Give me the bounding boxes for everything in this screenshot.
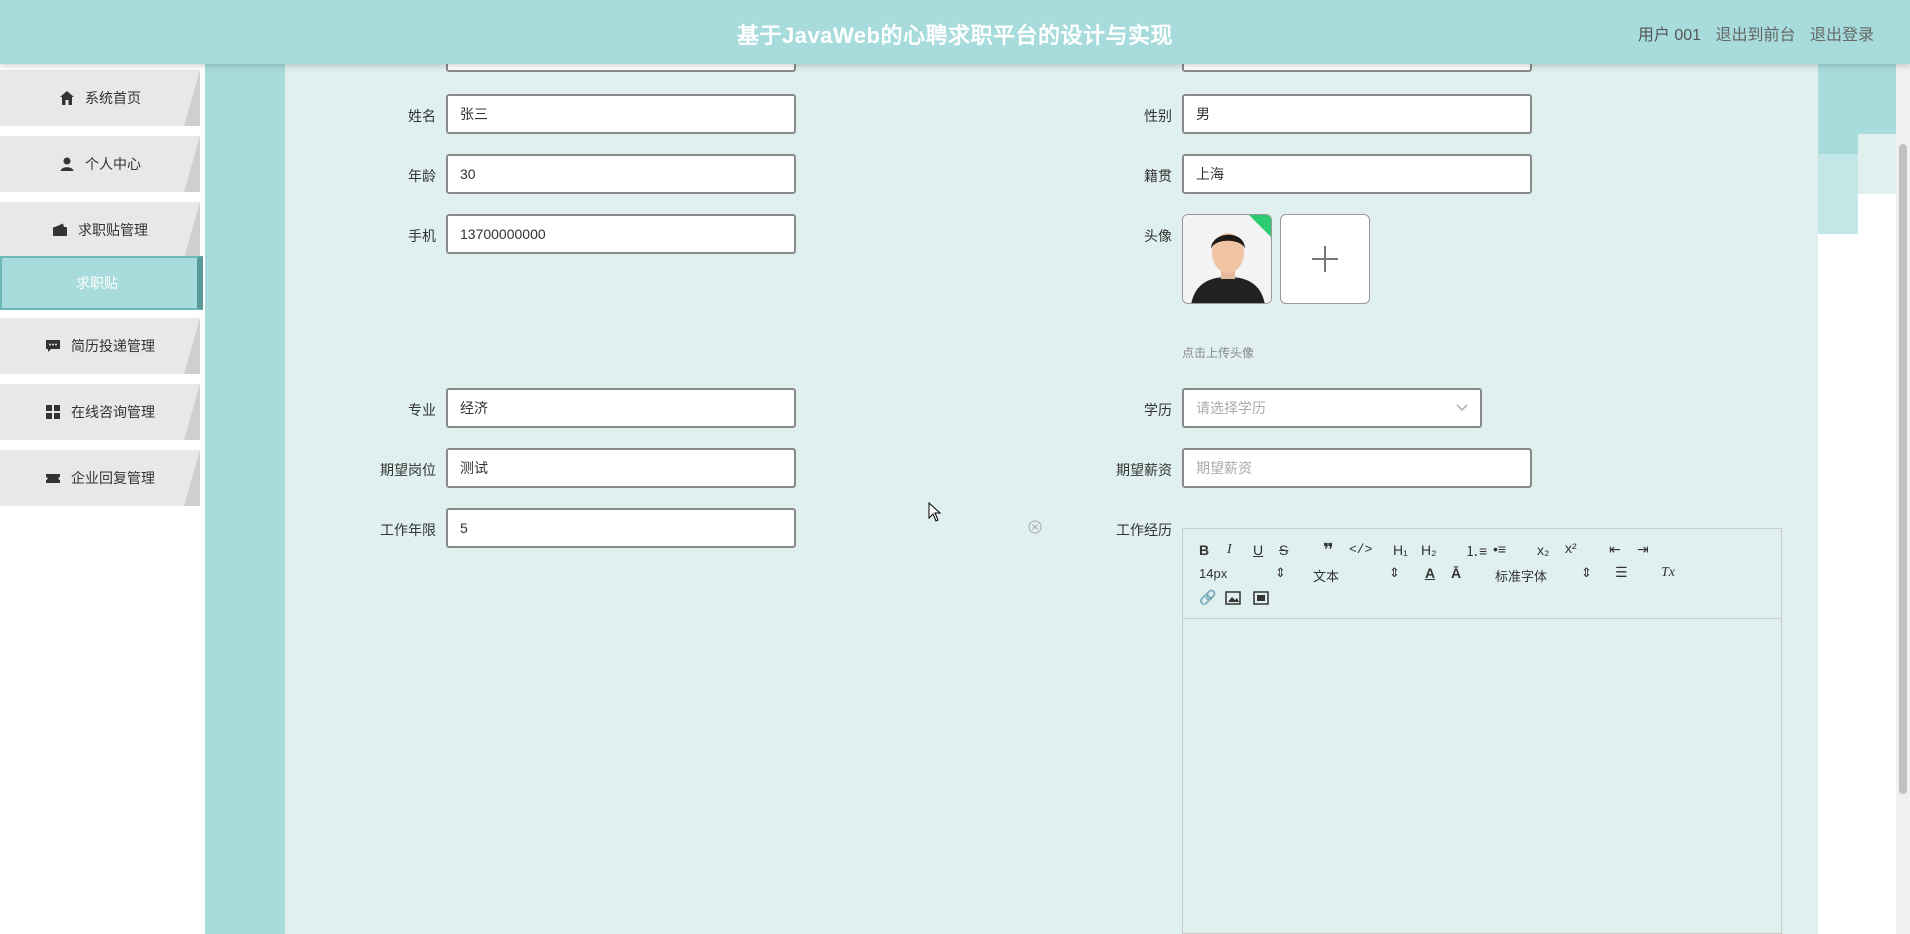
user-icon bbox=[60, 157, 74, 171]
sidebar-item-personal[interactable]: 个人中心 bbox=[0, 136, 200, 192]
years-input[interactable]: 5 bbox=[446, 508, 796, 548]
sidebar-subitem-label: 求职贴 bbox=[76, 275, 118, 291]
page-scrollbar[interactable] bbox=[1896, 64, 1910, 934]
name-input[interactable]: 张三 bbox=[446, 94, 796, 134]
strike-icon[interactable]: S bbox=[1279, 542, 1288, 558]
h2-icon[interactable]: H₂ bbox=[1421, 542, 1437, 558]
clear-icon[interactable] bbox=[1028, 520, 1042, 534]
editor-toolbar: B I U S ❞ </> H₁ H₂ ⒈≡ •≡ x₂ x² ⇤ ⇥ 14px… bbox=[1183, 529, 1781, 619]
phone-label: 手机 bbox=[408, 228, 436, 244]
scrollbar-thumb[interactable] bbox=[1899, 144, 1907, 794]
username: 用户 001 bbox=[1637, 27, 1702, 44]
avatar-image[interactable] bbox=[1182, 214, 1272, 304]
years-label: 工作年限 bbox=[380, 522, 436, 538]
gender-input[interactable]: 男 bbox=[1182, 94, 1532, 134]
left-accent-band bbox=[205, 64, 285, 934]
link-icon[interactable]: 🔗 bbox=[1199, 589, 1216, 606]
background-color-icon[interactable]: Ā bbox=[1451, 565, 1461, 581]
header-user-area: 用户 001 退出到前台 退出登录 bbox=[1628, 21, 1874, 45]
sidebar-item-jobpost[interactable]: 求职贴管理 bbox=[0, 202, 200, 258]
video-icon[interactable] bbox=[1253, 591, 1269, 605]
bullet-list-icon[interactable]: •≡ bbox=[1493, 541, 1506, 557]
experience-editor[interactable]: B I U S ❞ </> H₁ H₂ ⒈≡ •≡ x₂ x² ⇤ ⇥ 14px… bbox=[1182, 528, 1782, 934]
sidebar: 系统首页 个人中心 求职贴管理 求职贴 简历投递管理 在线咨询管理 企业回复管理 bbox=[0, 64, 205, 934]
age-label: 年龄 bbox=[408, 168, 436, 184]
top-header: 基于JavaWeb的心聘求职平台的设计与实现 用户 001 退出到前台 退出登录 bbox=[0, 0, 1910, 64]
h1-icon[interactable]: H₁ bbox=[1393, 542, 1408, 558]
image-icon[interactable] bbox=[1225, 591, 1241, 605]
salary-label: 期望薪资 bbox=[1116, 462, 1172, 478]
outdent-icon[interactable]: ⇤ bbox=[1609, 541, 1621, 558]
phone-input[interactable]: 13700000000 bbox=[446, 214, 796, 254]
avatar-label: 头像 bbox=[1144, 228, 1172, 244]
sidebar-item-resume[interactable]: 简历投递管理 bbox=[0, 318, 200, 374]
wallet-icon bbox=[53, 223, 67, 236]
position-input[interactable]: 测试 bbox=[446, 448, 796, 488]
origin-input[interactable]: 上海 bbox=[1182, 154, 1532, 194]
major-input[interactable]: 经济 bbox=[446, 388, 796, 428]
position-label: 期望岗位 bbox=[380, 462, 436, 478]
education-select[interactable]: 请选择学历 bbox=[1182, 388, 1482, 428]
sidebar-item-label: 简历投递管理 bbox=[71, 338, 155, 354]
ticket-icon bbox=[46, 474, 60, 483]
sidebar-item-label: 系统首页 bbox=[85, 90, 141, 106]
sidebar-item-label: 企业回复管理 bbox=[71, 470, 155, 486]
gender-label: 性别 bbox=[1144, 108, 1172, 124]
sidebar-item-home[interactable]: 系统首页 bbox=[0, 70, 200, 126]
text-style-select[interactable]: 文本 bbox=[1313, 566, 1339, 585]
italic-icon[interactable]: I bbox=[1227, 542, 1232, 558]
upload-avatar-button[interactable] bbox=[1280, 214, 1370, 304]
font-size-select[interactable]: 14px bbox=[1199, 566, 1227, 581]
logout-link[interactable]: 退出登录 bbox=[1810, 27, 1874, 44]
chat-icon bbox=[46, 340, 60, 352]
major-label: 专业 bbox=[408, 402, 436, 418]
sidebar-item-label: 求职贴管理 bbox=[78, 222, 148, 238]
sidebar-item-label: 在线咨询管理 bbox=[71, 404, 155, 420]
align-icon[interactable]: ☰ bbox=[1615, 564, 1628, 581]
education-label: 学历 bbox=[1144, 402, 1172, 418]
origin-label: 籍贯 bbox=[1144, 168, 1172, 184]
salary-input[interactable]: 期望薪资 bbox=[1182, 448, 1532, 488]
superscript-icon[interactable]: x² bbox=[1565, 540, 1577, 556]
plus-icon bbox=[1312, 246, 1338, 272]
back-to-front-link[interactable]: 退出到前台 bbox=[1716, 27, 1796, 44]
underline-icon[interactable]: U bbox=[1253, 542, 1263, 558]
avatar-photo bbox=[1183, 215, 1271, 303]
font-family-select[interactable]: 标准字体 bbox=[1495, 566, 1547, 585]
font-size-arrows-icon[interactable]: ⇕ bbox=[1275, 565, 1286, 581]
font-family-arrows-icon[interactable]: ⇕ bbox=[1581, 565, 1592, 581]
right-accent-band bbox=[1818, 64, 1896, 234]
home-icon bbox=[60, 91, 74, 105]
blockquote-icon[interactable]: ❞ bbox=[1323, 540, 1334, 561]
education-placeholder: 请选择学历 bbox=[1196, 400, 1266, 416]
font-color-icon[interactable]: A bbox=[1425, 565, 1435, 581]
grid-icon bbox=[46, 405, 60, 419]
ordered-list-icon[interactable]: ⒈≡ bbox=[1465, 541, 1487, 561]
subscript-icon[interactable]: x₂ bbox=[1537, 542, 1549, 558]
sidebar-item-reply[interactable]: 企业回复管理 bbox=[0, 450, 200, 506]
page-title: 基于JavaWeb的心聘求职平台的设计与实现 bbox=[737, 23, 1173, 48]
clear-format-icon[interactable]: Tx bbox=[1661, 565, 1675, 581]
text-style-arrows-icon[interactable]: ⇕ bbox=[1389, 565, 1400, 581]
sidebar-subitem-jobpost[interactable]: 求职贴 bbox=[0, 256, 203, 310]
mouse-cursor bbox=[928, 502, 942, 522]
indent-icon[interactable]: ⇥ bbox=[1637, 541, 1649, 558]
sidebar-item-consult[interactable]: 在线咨询管理 bbox=[0, 384, 200, 440]
avatar-hint: 点击上传头像 bbox=[1182, 346, 1255, 360]
bold-icon[interactable]: B bbox=[1199, 542, 1209, 558]
sidebar-item-label: 个人中心 bbox=[85, 156, 141, 172]
name-label: 姓名 bbox=[408, 108, 436, 124]
experience-label: 工作经历 bbox=[1116, 522, 1172, 538]
code-icon[interactable]: </> bbox=[1349, 542, 1372, 557]
chevron-down-icon bbox=[1456, 404, 1468, 412]
age-input[interactable]: 30 bbox=[446, 154, 796, 194]
